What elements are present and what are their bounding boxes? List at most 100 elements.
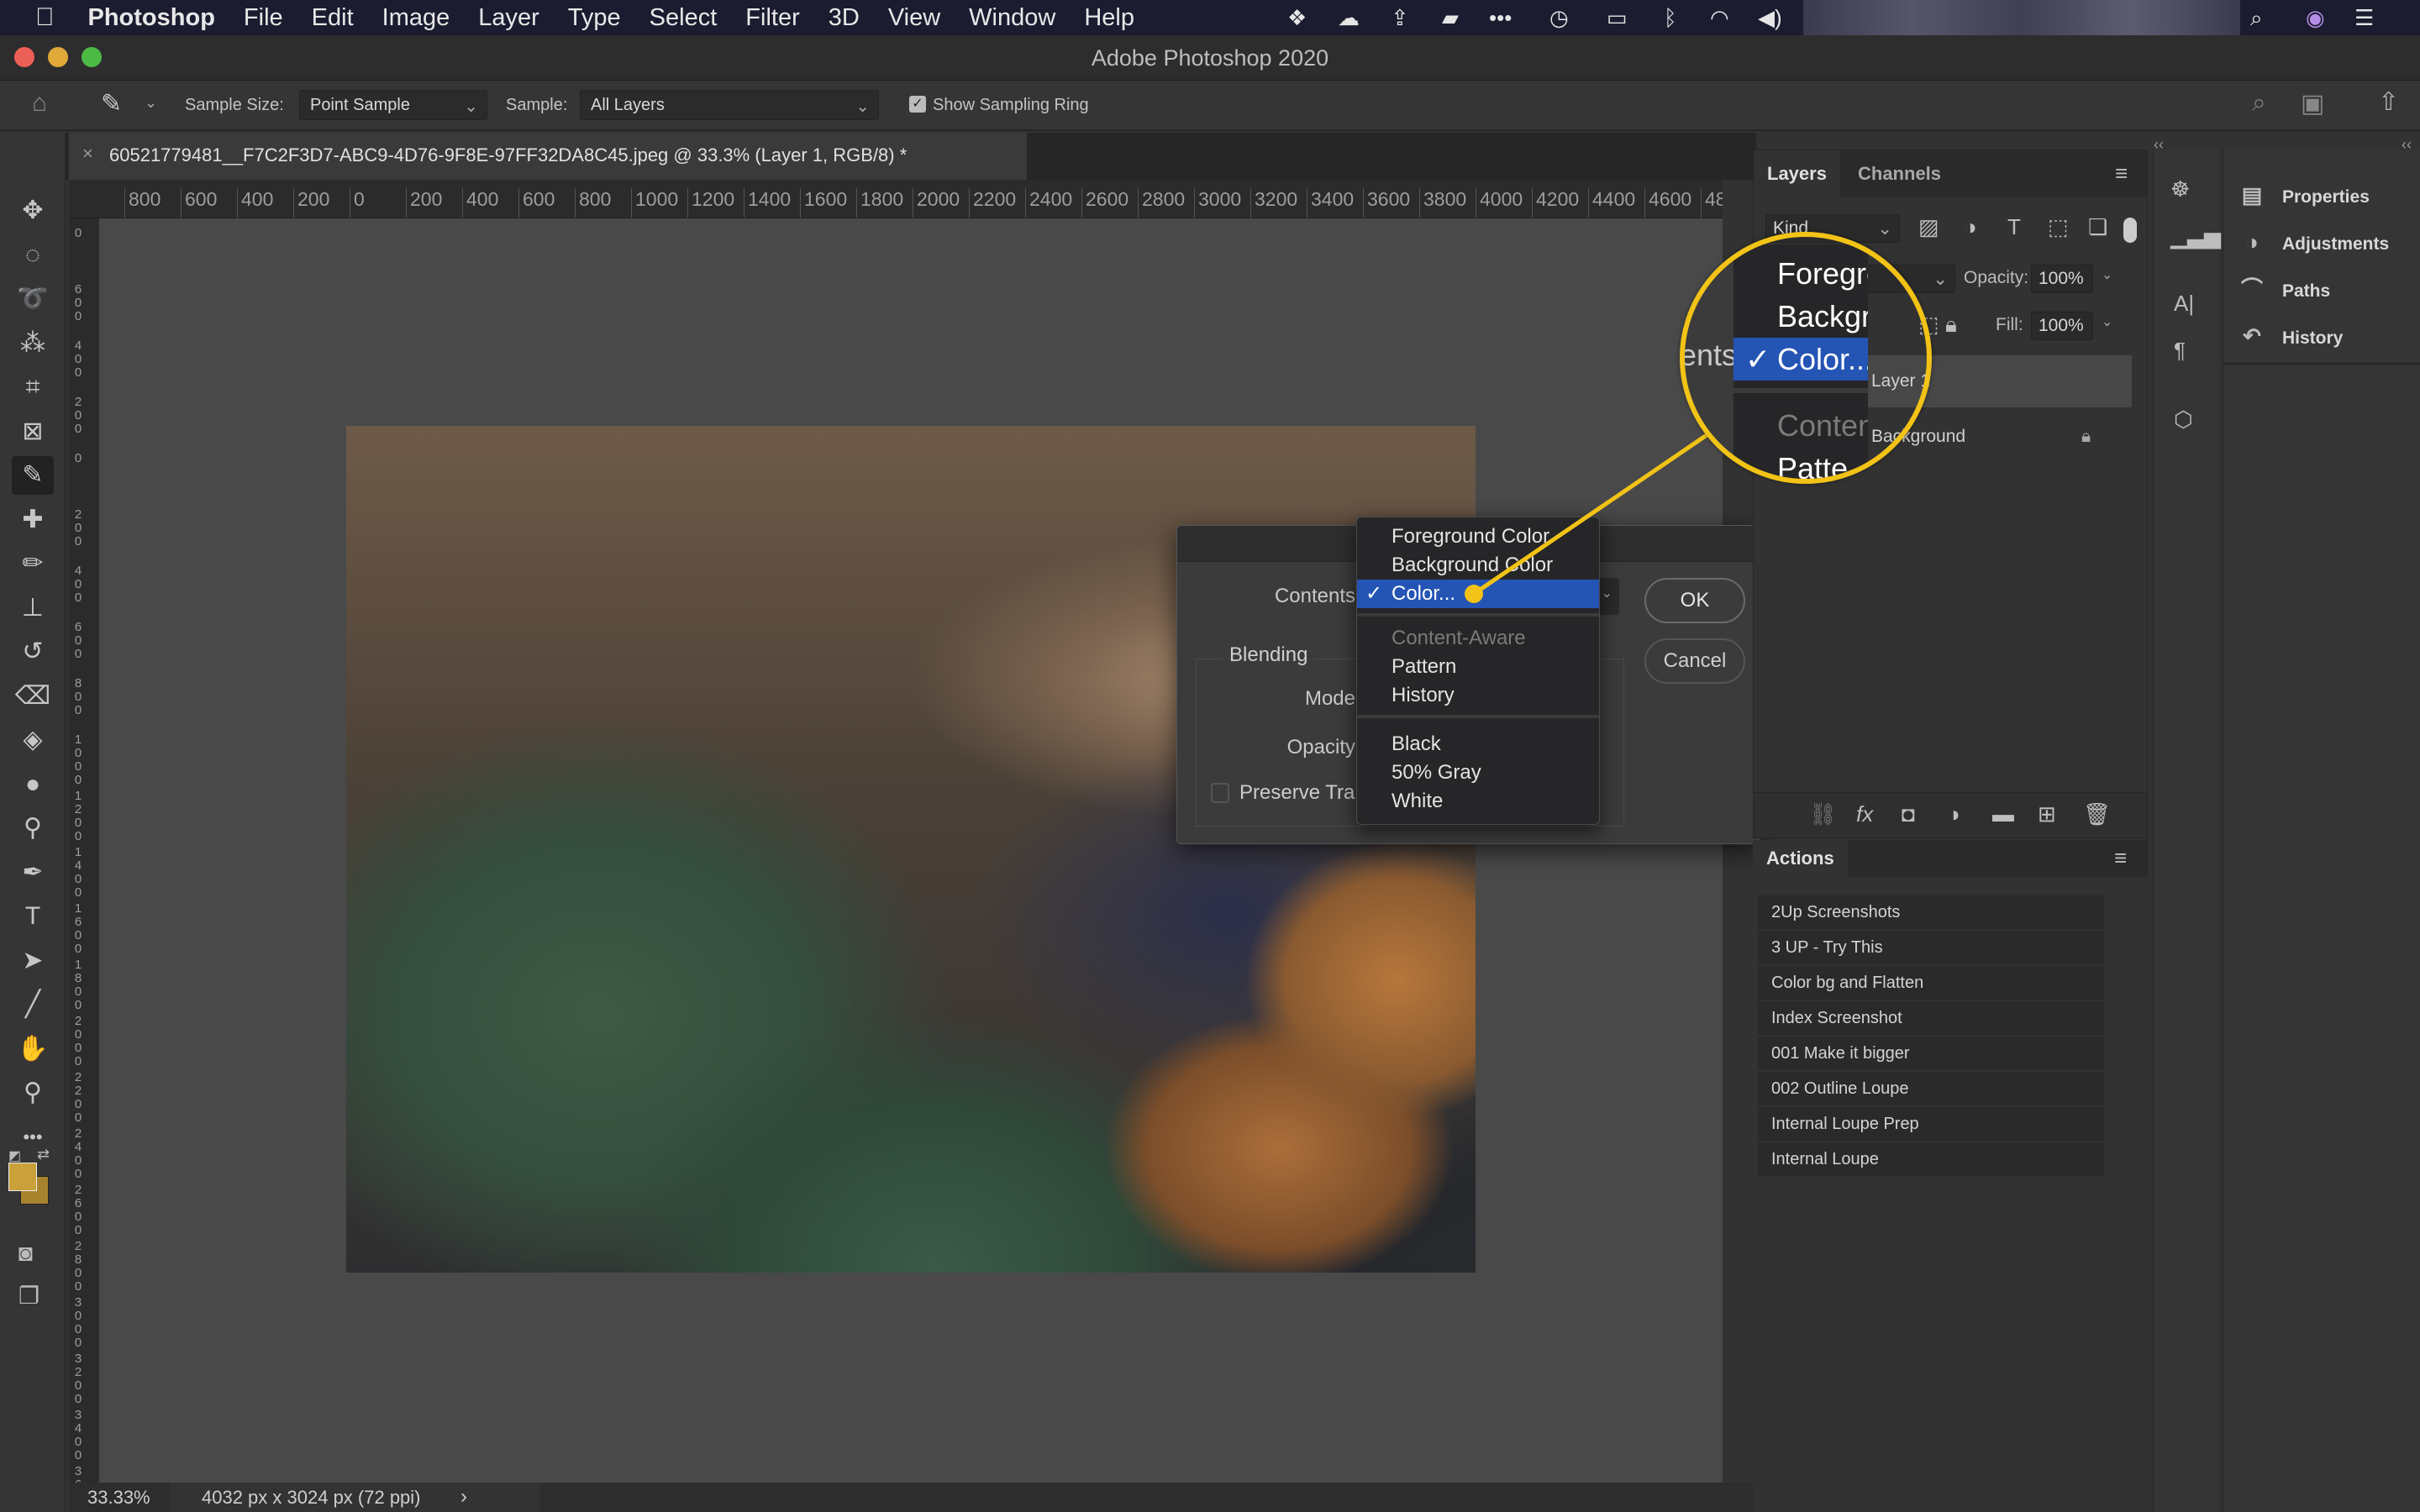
new-layer-icon[interactable]: ⊞ bbox=[2038, 801, 2056, 827]
opacity-input[interactable]: 100% bbox=[2031, 265, 2093, 293]
zoom-tool-icon[interactable]: ⚲ bbox=[12, 1074, 54, 1112]
action-item[interactable]: 002 Outline Loupe bbox=[1758, 1072, 2104, 1105]
home-icon[interactable]: ⌂ bbox=[32, 89, 47, 118]
navigator-icon[interactable]: ☸ bbox=[2170, 176, 2190, 202]
brush-tool-icon[interactable]: ✏ bbox=[12, 544, 54, 583]
menu-type[interactable]: Type bbox=[568, 4, 621, 32]
clone-stamp-tool-icon[interactable]: ⊥ bbox=[12, 589, 54, 627]
blur-tool-icon[interactable]: ● bbox=[12, 765, 54, 804]
menu-item-white[interactable]: White bbox=[1357, 787, 1599, 816]
menu-file[interactable]: File bbox=[244, 4, 283, 32]
tab-layers[interactable]: Layers bbox=[1754, 150, 1840, 197]
panel-history[interactable]: ↶ History bbox=[2235, 319, 2343, 353]
paint-bucket-tool-icon[interactable]: ◈ bbox=[12, 721, 54, 759]
type-tool-icon[interactable]: T bbox=[12, 897, 54, 936]
delete-layer-icon[interactable]: 🗑︎ bbox=[2083, 801, 2111, 827]
action-item[interactable]: Index Screenshot bbox=[1758, 1001, 2104, 1035]
histogram-icon[interactable]: ▁▃▅ bbox=[2170, 223, 2221, 249]
action-item[interactable]: 001 Make it bigger bbox=[1758, 1037, 2104, 1070]
share-icon[interactable]: ⇧ bbox=[2378, 87, 2399, 117]
menu-item-foreground-color[interactable]: Foreground Color bbox=[1357, 522, 1599, 551]
action-item[interactable]: Internal Loupe bbox=[1758, 1142, 2104, 1176]
filter-smart-object-icon[interactable]: ❏ bbox=[2088, 214, 2107, 240]
eraser-tool-icon[interactable]: ⌫ bbox=[12, 677, 54, 716]
panel-menu-icon[interactable]: ≡ bbox=[2115, 160, 2128, 186]
marquee-tool-icon[interactable]: ◌ bbox=[12, 236, 54, 275]
menu-3d[interactable]: 3D bbox=[829, 4, 860, 32]
spotlight-icon[interactable]: ⌕ bbox=[2250, 5, 2263, 32]
menu-help[interactable]: Help bbox=[1084, 4, 1134, 32]
time-machine-icon[interactable]: ◷ bbox=[1549, 5, 1569, 31]
menu-item-background-color[interactable]: Background Color bbox=[1357, 551, 1599, 580]
more-icon[interactable]: ••• bbox=[1489, 5, 1512, 31]
filter-pixel-icon[interactable]: ▨ bbox=[1918, 214, 1939, 240]
ok-button[interactable]: OK bbox=[1644, 578, 1745, 623]
menu-select[interactable]: Select bbox=[650, 4, 718, 32]
creative-cloud-icon[interactable]: ☁ bbox=[1338, 5, 1360, 31]
show-sampling-ring-checkbox[interactable]: ✓ bbox=[909, 96, 926, 113]
foreground-color-swatch[interactable] bbox=[8, 1163, 37, 1191]
upload-icon[interactable]: ⇪ bbox=[1391, 5, 1409, 31]
opacity-chevron-icon[interactable]: ⌄ bbox=[2102, 266, 2112, 283]
menu-item-color[interactable]: ✓ Color... bbox=[1357, 580, 1599, 608]
filter-shape-icon[interactable]: ⬚ bbox=[2048, 214, 2069, 240]
menu-layer[interactable]: Layer bbox=[478, 4, 539, 32]
quick-mask-icon[interactable]: ◙ bbox=[18, 1240, 33, 1267]
collapse-icon[interactable]: ‹‹ bbox=[2402, 136, 2412, 154]
menu-image[interactable]: Image bbox=[382, 4, 450, 32]
chevron-down-icon[interactable]: ⌄ bbox=[145, 94, 157, 112]
menu-window[interactable]: Window bbox=[969, 4, 1055, 32]
swap-colors-icon[interactable]: ⇄ bbox=[37, 1146, 50, 1163]
menu-item-pattern[interactable]: Pattern bbox=[1357, 653, 1599, 681]
document-tab[interactable]: × 60521779481__F7C2F3D7-ABC9-4D76-9F8E-9… bbox=[69, 133, 1027, 180]
bluetooth-icon[interactable]: ᛒ bbox=[1664, 5, 1677, 31]
new-group-icon[interactable]: ▬ bbox=[1992, 801, 2014, 827]
workspace-icon[interactable]: ▣ bbox=[2301, 89, 2324, 118]
menu-app-photoshop[interactable]: Photoshop bbox=[88, 4, 215, 32]
dodge-tool-icon[interactable]: ⚲ bbox=[12, 809, 54, 848]
control-center-icon[interactable]: ☰ bbox=[2354, 5, 2374, 31]
notification-icon[interactable]: ▰ bbox=[1442, 5, 1459, 31]
action-item[interactable]: 3 UP - Try This bbox=[1758, 931, 2104, 964]
wifi-icon[interactable]: ◠ bbox=[1710, 5, 1729, 31]
lock-all-icon[interactable]: 🔒︎ bbox=[1945, 312, 1957, 339]
menu-filter[interactable]: Filter bbox=[745, 4, 799, 32]
menu-edit[interactable]: Edit bbox=[312, 4, 354, 32]
character-icon[interactable]: A| bbox=[2174, 291, 2194, 317]
filter-toggle[interactable] bbox=[2123, 218, 2137, 243]
panel-adjustments[interactable]: ◑ Adjustments bbox=[2235, 225, 2389, 259]
panel-properties[interactable]: ▤ Properties bbox=[2235, 178, 2370, 212]
hand-tool-icon[interactable]: ✋ bbox=[12, 1030, 54, 1068]
paragraph-icon[interactable]: ¶ bbox=[2174, 338, 2186, 364]
menu-item-history[interactable]: History bbox=[1357, 681, 1599, 710]
fx-icon[interactable]: fx bbox=[1856, 801, 1873, 827]
move-tool-icon[interactable]: ✥ bbox=[12, 192, 54, 230]
fill-input[interactable]: 100% bbox=[2031, 312, 2093, 340]
eyedropper-tool-icon[interactable]: ✎ bbox=[12, 456, 54, 495]
3d-icon[interactable]: ⬡ bbox=[2174, 407, 2193, 433]
link-layers-icon[interactable]: ⛓ bbox=[1809, 801, 1837, 827]
screen-mode-icon[interactable]: ❐ bbox=[18, 1282, 39, 1310]
new-adjustment-layer-icon[interactable]: ◑ bbox=[1947, 801, 1960, 827]
healing-brush-tool-icon[interactable]: ✚ bbox=[12, 501, 54, 539]
magic-wand-tool-icon[interactable]: ⁂ bbox=[12, 324, 54, 363]
cancel-button[interactable]: Cancel bbox=[1644, 638, 1745, 684]
pen-tool-icon[interactable]: ✒ bbox=[12, 853, 54, 892]
action-item[interactable]: Color bg and Flatten bbox=[1758, 966, 2104, 1000]
lasso-tool-icon[interactable]: ➰ bbox=[12, 280, 54, 318]
add-mask-icon[interactable]: ◘ bbox=[1902, 801, 1915, 827]
apple-icon[interactable]:  bbox=[35, 3, 55, 32]
volume-icon[interactable]: ◀) bbox=[1758, 5, 1782, 31]
filter-type-icon[interactable]: T bbox=[2007, 214, 2021, 240]
siri-icon[interactable]: ◉ bbox=[2306, 5, 2325, 31]
airplay-icon[interactable]: ▭ bbox=[1607, 5, 1628, 31]
menu-item-black[interactable]: Black bbox=[1357, 730, 1599, 759]
filter-adjustment-icon[interactable]: ◑ bbox=[1964, 214, 1977, 240]
dropbox-icon[interactable]: ❖ bbox=[1287, 5, 1307, 31]
collapse-icon[interactable]: ‹‹ bbox=[2154, 136, 2164, 154]
line-tool-icon[interactable]: ╱ bbox=[12, 985, 54, 1024]
history-brush-tool-icon[interactable]: ↺ bbox=[12, 633, 54, 671]
default-colors-icon[interactable]: ◩ bbox=[8, 1147, 21, 1164]
close-tab-icon[interactable]: × bbox=[82, 143, 93, 165]
panel-menu-icon[interactable]: ≡ bbox=[2114, 845, 2127, 871]
